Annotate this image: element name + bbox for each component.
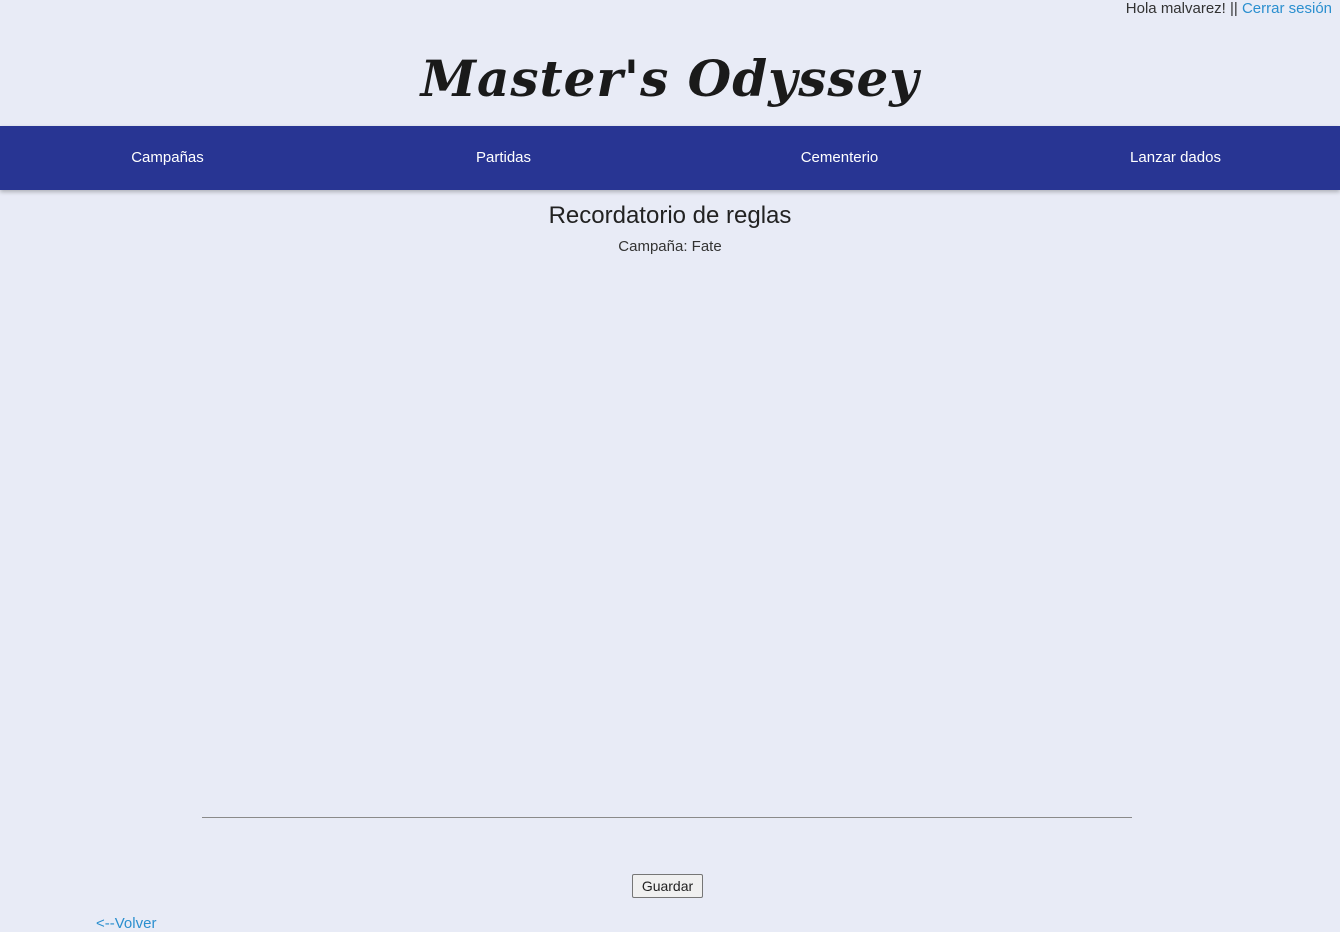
- rules-textarea[interactable]: [202, 280, 1132, 818]
- nav-item-cementerio[interactable]: Cementerio: [672, 126, 1007, 190]
- nav-item-partidas[interactable]: Partidas: [336, 126, 671, 190]
- nav-item-lanzar-dados[interactable]: Lanzar dados: [1008, 126, 1340, 190]
- user-bar: Hola malvarez! || Cerrar sesión: [1126, 0, 1332, 18]
- main-navbar: Campañas Partidas Cementerio Lanzar dado…: [0, 126, 1340, 190]
- logout-link[interactable]: Cerrar sesión: [1242, 0, 1332, 17]
- save-button[interactable]: Guardar: [632, 874, 703, 898]
- page-title: Recordatorio de reglas: [548, 202, 792, 229]
- page: Hola malvarez! || Cerrar sesión Master's…: [0, 0, 1340, 932]
- campaign-label: Campaña: Fate: [618, 238, 722, 255]
- greeting-text: Hola malvarez! ||: [1125, 0, 1242, 17]
- site-title: Master's Odyssey: [420, 49, 920, 108]
- back-link[interactable]: <--Volver: [96, 915, 156, 932]
- nav-item-campanas[interactable]: Campañas: [0, 126, 335, 190]
